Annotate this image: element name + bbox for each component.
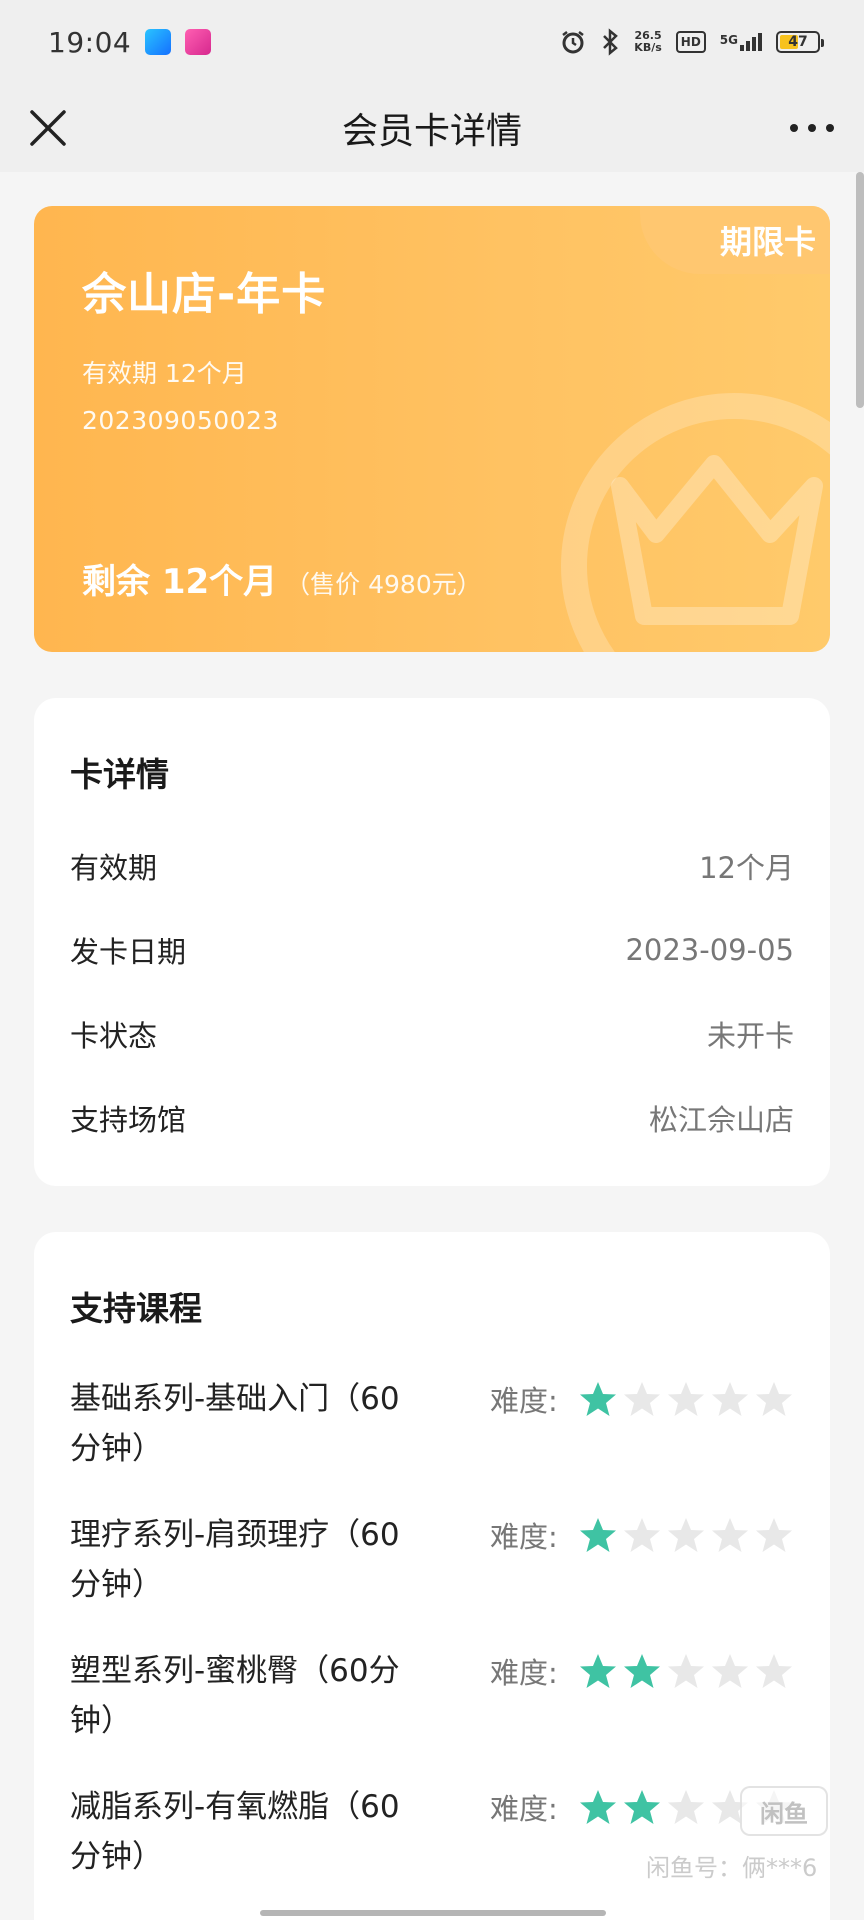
star-empty-icon [755,1382,792,1416]
detail-row-venue: 支持场馆 松江佘山店 [70,1098,794,1138]
more-icon[interactable] [790,114,834,142]
detail-value: 松江佘山店 [648,1103,794,1137]
star-filled-icon [579,1654,616,1688]
card-remaining: 剩余 12个月 （售价 4980元） [82,554,482,603]
star-filled-icon [579,1382,616,1416]
star-empty-icon [667,1790,704,1824]
star-empty-icon [667,1654,704,1688]
star-filled-icon [579,1518,616,1552]
card-name: 佘山店-年卡 [82,269,327,320]
star-empty-icon [623,1518,660,1552]
member-card: 期限卡 佘山店-年卡 有效期 12个月 202309050023 剩余 12个月… [34,206,830,652]
signal-label: 5G [719,33,738,47]
battery-icon: 47 [776,31,824,53]
course-name-line: 分钟） [70,1839,163,1875]
difficulty-label: 难度: [490,1520,558,1554]
nav-bar: 会员卡详情 [0,84,864,172]
star-empty-icon [755,1518,792,1552]
star-empty-icon [755,1654,792,1688]
bluetooth-icon [603,28,619,56]
course-name-line: 分钟） [70,1567,163,1603]
detail-row-issue-date: 发卡日期 2023-09-05 [70,930,794,970]
watermark-text: 闲鱼号：俩***6 [646,1854,818,1882]
star-empty-icon [667,1382,704,1416]
detail-label: 发卡日期 [70,935,187,969]
detail-row-validity: 有效期 12个月 [70,846,794,886]
network-speed-unit: KB/s [634,41,662,54]
app-notification-icon [185,29,212,55]
card-type-badge: 期限卡 [640,206,830,274]
detail-label: 支持场馆 [70,1103,187,1137]
course-name: 理疗系列-肩颈理疗（60 分钟） [70,1510,460,1610]
course-name: 基础系列-基础入门（60 分钟） [70,1374,460,1474]
star-filled-icon [579,1790,616,1824]
course-name-line: 基础系列-基础入门（60 [70,1381,400,1417]
detail-label: 有效期 [70,851,158,885]
section-title-details: 卡详情 [70,755,169,794]
network-speed: 26.5 KB/s [634,30,661,54]
courses-panel: 支持课程 基础系列-基础入门（60 分钟） 难度: 理疗系列-肩颈理疗（60 分… [34,1232,830,1920]
star-empty-icon [667,1518,704,1552]
difficulty-label: 难度: [490,1792,558,1826]
star-empty-icon [711,1654,748,1688]
detail-value: 未开卡 [706,1019,794,1053]
course-item[interactable]: 塑型系列-蜜桃臀（60分 钟） 难度: [70,1646,800,1746]
course-item[interactable]: 理疗系列-肩颈理疗（60 分钟） 难度: [70,1510,800,1610]
difficulty-label: 难度: [490,1656,558,1690]
star-rating [578,1379,794,1419]
home-indicator[interactable] [260,1910,606,1916]
status-left: 19:04 [48,25,212,59]
difficulty-rating: 难度: [490,1374,794,1424]
difficulty-rating: 难度: [490,1510,794,1560]
battery-level: 47 [788,34,808,50]
star-rating [578,1515,794,1555]
difficulty-label: 难度: [490,1384,558,1418]
star-filled-icon [623,1654,660,1688]
crown-icon [561,393,830,652]
detail-label: 卡状态 [70,1019,158,1053]
course-item[interactable]: 基础系列-基础入门（60 分钟） 难度: [70,1374,800,1474]
star-empty-icon [711,1382,748,1416]
detail-value: 2023-09-05 [625,933,794,967]
scrollbar[interactable] [856,172,864,408]
section-title-courses: 支持课程 [70,1289,202,1328]
detail-value: 12个月 [699,851,794,885]
alarm-icon [562,31,585,54]
signal-icon: 5G [720,33,762,51]
status-bar: 19:04 26.5 KB/s HD 5G 47 [0,0,864,84]
star-rating [578,1651,794,1691]
star-filled-icon [623,1790,660,1824]
course-name: 减脂系列-有氧燃脂（60 分钟） [70,1782,460,1882]
course-name-line: 塑型系列-蜜桃臀（60分 [70,1653,400,1689]
course-name-line: 减脂系列-有氧燃脂（60 [70,1789,400,1825]
close-icon[interactable] [26,106,70,150]
status-time: 19:04 [48,25,132,59]
card-validity: 有效期 12个月 [82,359,247,388]
star-empty-icon [711,1518,748,1552]
card-price: （售价 4980元） [285,570,482,599]
course-name-line: 钟） [70,1703,132,1739]
difficulty-rating: 难度: [490,1646,794,1696]
watermark-logo: 闲鱼 [740,1786,828,1836]
hd-badge: HD [675,31,706,53]
card-remaining-value: 剩余 12个月 [82,562,278,602]
card-number: 202309050023 [82,406,279,435]
course-name-line: 分钟） [70,1431,163,1467]
course-name-line: 理疗系列-肩颈理疗（60 [70,1517,400,1553]
detail-row-status: 卡状态 未开卡 [70,1014,794,1054]
page-title: 会员卡详情 [341,111,522,152]
card-details-panel: 卡详情 有效期 12个月 发卡日期 2023-09-05 卡状态 未开卡 支持场… [34,698,830,1186]
star-empty-icon [623,1382,660,1416]
course-name: 塑型系列-蜜桃臀（60分 钟） [70,1646,460,1746]
status-right: 26.5 KB/s HD 5G 47 [560,28,824,56]
app-notification-icon [145,29,172,55]
